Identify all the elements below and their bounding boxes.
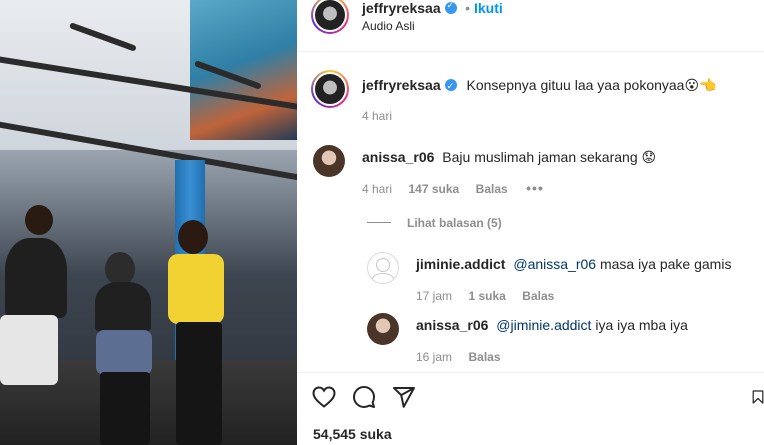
reply-button[interactable]: Balas	[522, 289, 554, 303]
send-icon[interactable]	[391, 384, 417, 410]
media-person-head	[105, 252, 135, 286]
reply-username[interactable]: anissa_r06	[416, 317, 488, 333]
media-person-legs	[100, 372, 150, 445]
comment-username[interactable]: anissa_r06	[362, 149, 434, 165]
post-details-panel: jeffryreksaa •Ikuti Audio Asli jeffryrek…	[297, 0, 764, 445]
caption: jeffryreksaa Konsepnya gituu laa yaa pok…	[362, 76, 717, 95]
media-person-skirt	[96, 330, 152, 375]
caption-author-avatar[interactable]	[311, 70, 349, 108]
post-media[interactable]	[0, 0, 297, 445]
author-meta: jeffryreksaa •Ikuti	[362, 0, 503, 18]
author-avatar[interactable]	[311, 0, 349, 34]
view-replies-line	[367, 222, 391, 224]
reply-mention[interactable]: @anissa_r06	[513, 256, 596, 272]
comment-time: 4 hari	[362, 182, 393, 196]
reply-body: jiminie.addict @anissa_r06 masa iya pake…	[416, 255, 731, 273]
reply-text: masa iya pake gamis	[596, 256, 732, 272]
caption-text: Konsepnya gituu laa yaa pokonyaa😮👈	[466, 77, 717, 93]
media-person	[5, 238, 67, 318]
verified-badge-icon	[444, 77, 457, 95]
verified-badge-icon	[444, 0, 457, 14]
media-person-legs	[176, 322, 222, 445]
likes-count[interactable]: 54,545 suka	[313, 426, 392, 442]
reply-mention[interactable]: @jiminie.addict	[496, 317, 591, 333]
comment-body: anissa_r06 Baju muslimah jaman sekarang …	[362, 148, 656, 166]
media-person	[168, 254, 224, 324]
view-replies-button[interactable]: Lihat balasan (5)	[367, 214, 502, 232]
reply-button[interactable]: Balas	[468, 350, 500, 364]
reply-time: 17 jam	[416, 289, 453, 303]
follow-button[interactable]: Ikuti	[474, 0, 503, 16]
reply-meta: 16 jam Balas	[416, 348, 501, 366]
caption-time: 4 hari	[362, 109, 393, 123]
view-replies-label: Lihat balasan (5)	[407, 216, 502, 230]
reply-meta: 17 jam 1 suka Balas	[416, 287, 554, 305]
author-username[interactable]: jeffryreksaa	[362, 0, 441, 16]
comment-meta: 4 hari 147 suka Balas •••	[362, 180, 544, 198]
reply-body: anissa_r06 @jiminie.addict iya iya mba i…	[416, 316, 688, 334]
media-person	[95, 282, 151, 332]
media-person-head	[25, 205, 53, 235]
caption-username[interactable]: jeffryreksaa	[362, 77, 441, 93]
media-person-legs	[0, 315, 58, 385]
reply-likes[interactable]: 1 suka	[468, 289, 505, 303]
comment-text: Baju muslimah jaman sekarang 😟	[442, 149, 657, 165]
reply-username[interactable]: jiminie.addict	[416, 256, 505, 272]
reply-button[interactable]: Balas	[476, 182, 508, 196]
reply-text: iya iya mba iya	[591, 317, 688, 333]
audio-label[interactable]: Audio Asli	[362, 19, 415, 33]
reply-avatar[interactable]	[367, 252, 399, 284]
reply-time: 16 jam	[416, 350, 453, 364]
reply-avatar[interactable]	[367, 313, 399, 345]
post-header: jeffryreksaa •Ikuti Audio Asli	[297, 0, 764, 52]
bookmark-icon[interactable]	[752, 384, 764, 410]
heart-icon[interactable]	[311, 384, 337, 410]
media-person-head	[178, 220, 208, 254]
more-dots-icon[interactable]: •••	[526, 180, 544, 196]
commenter-avatar[interactable]	[313, 145, 345, 177]
comment-icon[interactable]	[351, 384, 377, 410]
comment-likes[interactable]: 147 suka	[408, 182, 459, 196]
separator-dot: •	[465, 0, 470, 16]
